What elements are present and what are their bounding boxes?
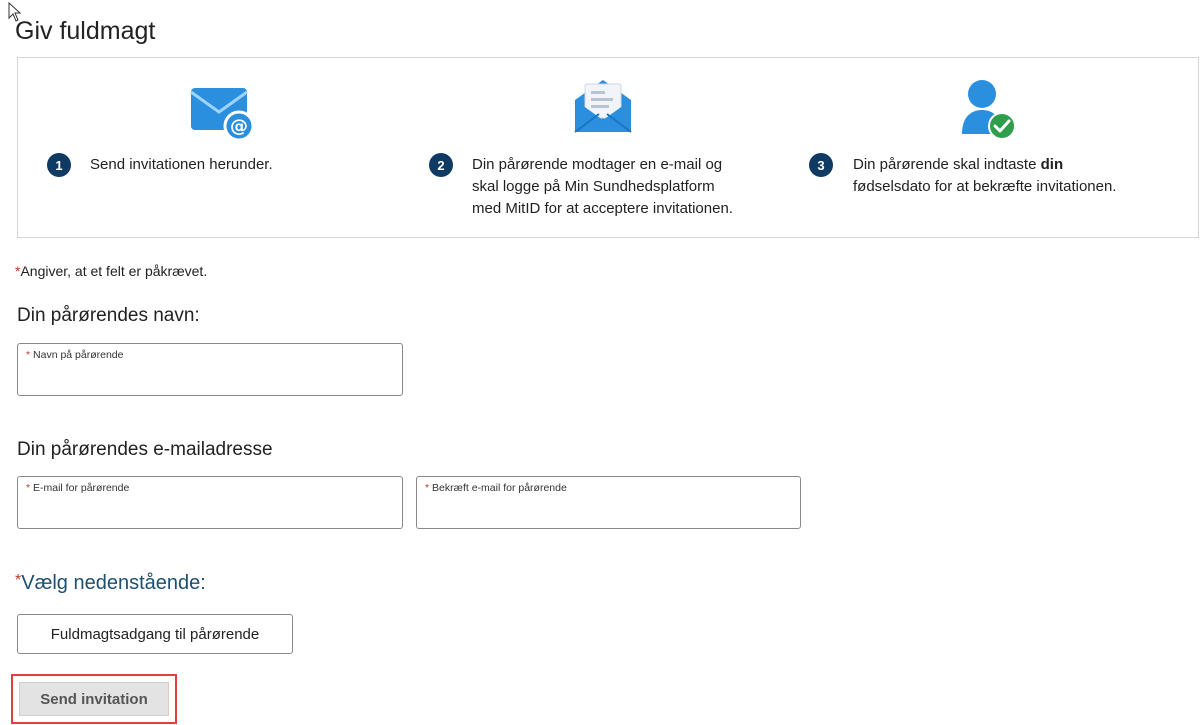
steps-panel: @ 1 Send invitationen herunder. 2 Din på… (17, 57, 1199, 238)
choose-heading: *Vælg nedenstående: (15, 572, 206, 594)
step-2-number: 2 (429, 153, 453, 177)
relative-email-input[interactable] (26, 500, 394, 522)
open-envelope-icon (574, 80, 632, 133)
step-1-number: 1 (47, 153, 71, 177)
confirm-email-label: * Bekræft e-mail for pårørende (425, 482, 567, 494)
email-section-heading: Din pårørendes e-mailadresse (17, 439, 273, 460)
required-note-text: Angiver, at et felt er påkrævet. (20, 263, 208, 279)
proxy-access-option-button[interactable]: Fuldmagtsadgang til pårørende (17, 614, 293, 654)
step-3-text: Din pårørende skal indtaste din fødselsd… (853, 156, 1117, 195)
step-2-text: Din pårørende modtager en e-mail og skal… (472, 156, 733, 217)
relative-name-label: * Navn på pårørende (26, 349, 124, 361)
send-invitation-highlight: Send invitation (11, 674, 177, 724)
confirm-email-input[interactable] (425, 500, 792, 522)
user-check-icon (962, 80, 1016, 140)
mail-at-icon: @ (190, 88, 255, 142)
page-title: Giv fuldmagt (15, 17, 156, 45)
name-section-heading: Din pårørendes navn: (17, 305, 200, 326)
relative-name-field[interactable]: * Navn på pårørende (17, 343, 403, 396)
required-note: *Angiver, at et felt er påkrævet. (15, 263, 207, 279)
svg-text:@: @ (230, 116, 248, 137)
confirm-email-field[interactable]: * Bekræft e-mail for pårørende (416, 476, 801, 529)
step-1-text: Send invitationen herunder. (90, 156, 273, 173)
relative-email-label: * E-mail for pårørende (26, 482, 130, 494)
relative-email-field[interactable]: * E-mail for pårørende (17, 476, 403, 529)
relative-name-input[interactable] (26, 367, 394, 389)
step-3-number: 3 (809, 153, 833, 177)
send-invitation-button[interactable]: Send invitation (19, 682, 169, 716)
